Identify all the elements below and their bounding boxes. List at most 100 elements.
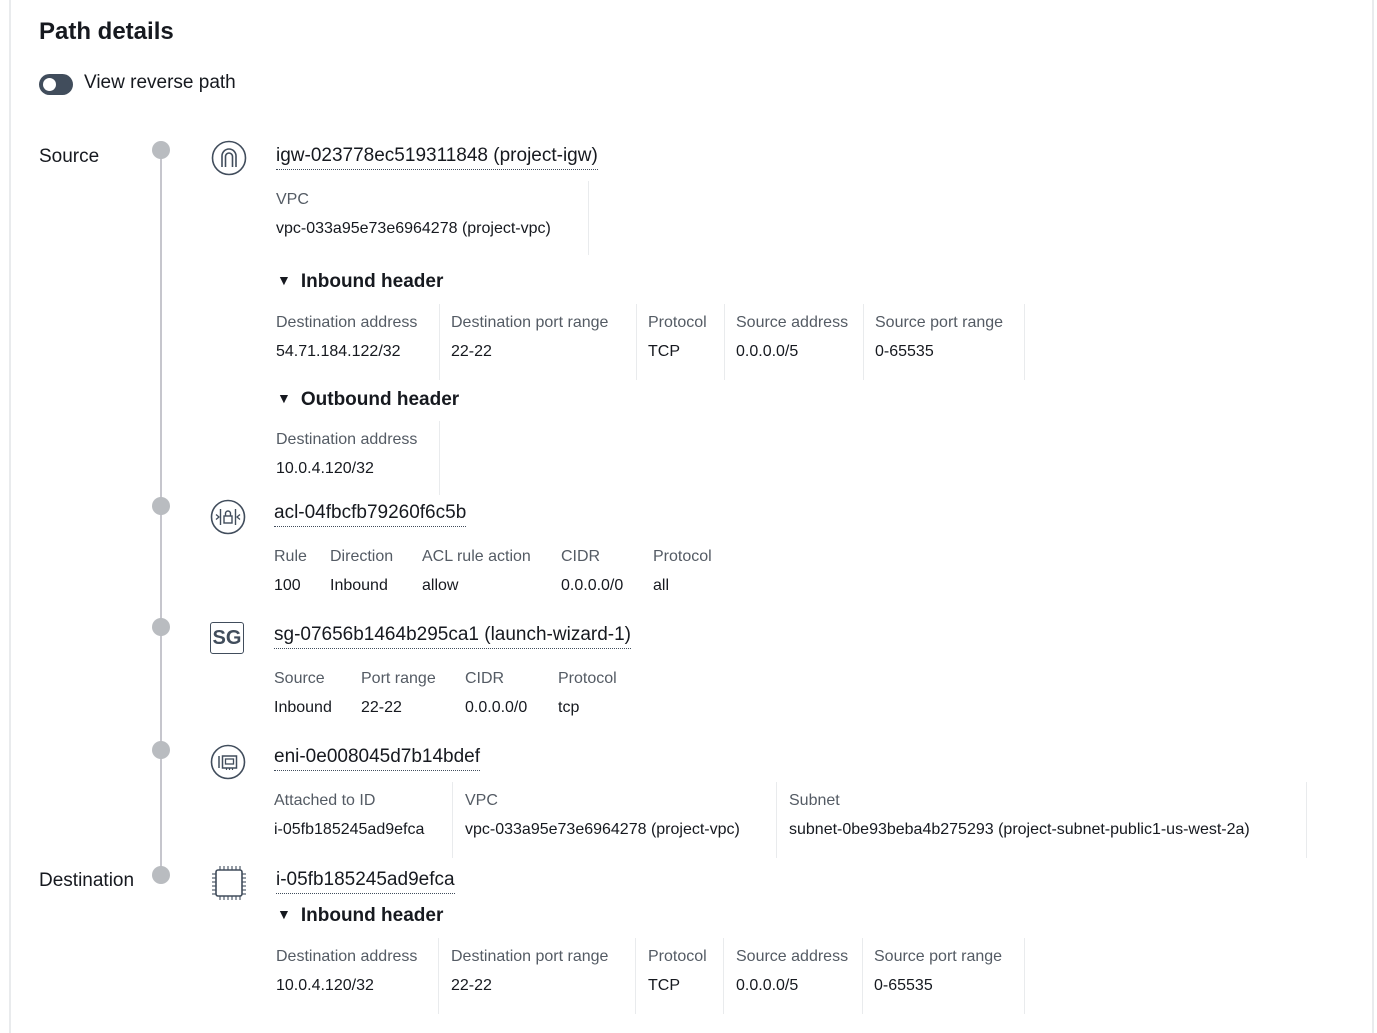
kv-field: Direction Inbound — [330, 548, 393, 595]
panel-border — [1372, 0, 1374, 1033]
field-label: Destination address — [276, 314, 418, 331]
column-divider — [1024, 304, 1025, 380]
field-label: Rule — [274, 548, 307, 565]
kv-field: Rule 100 — [274, 548, 307, 595]
column-divider — [1306, 782, 1307, 858]
field-label: Subnet — [789, 792, 840, 809]
field-value: 0.0.0.0/0 — [465, 699, 528, 716]
column-divider — [1024, 938, 1025, 1014]
section-title: Inbound header — [300, 905, 444, 926]
kv-field: Source address 0.0.0.0/5 — [736, 948, 848, 995]
kv-field: Destination port range 22-22 — [451, 314, 608, 361]
kv-field: Subnet subnet-0be93beba4b275293 (project-… — [789, 792, 1250, 839]
network-acl-icon — [210, 499, 246, 535]
field-value: vpc-033a95e73e6964278 (project-vpc) — [465, 821, 740, 838]
destination-label: Destination — [39, 870, 135, 891]
instance-chip-icon — [211, 865, 247, 901]
field-value: all — [653, 577, 670, 594]
kv-field: Protocol TCP — [648, 948, 707, 995]
reverse-path-toggle[interactable] — [39, 74, 73, 95]
field-value: subnet-0be93beba4b275293 (project-subnet… — [789, 821, 1250, 838]
section-title: Inbound header — [300, 271, 444, 292]
inbound-header-toggle[interactable]: ▼ Inbound header — [277, 271, 443, 293]
column-divider — [776, 782, 777, 858]
field-value: 0.0.0.0/0 — [561, 577, 624, 594]
timeline-dot — [152, 741, 170, 759]
panel-border — [9, 0, 11, 1033]
kv-field: Destination address 54.71.184.122/32 — [276, 314, 417, 361]
igw-vpc-field: VPC vpc-033a95e73e6964278 (project-vpc) — [276, 191, 551, 238]
network-interface-icon — [210, 744, 246, 780]
column-divider — [588, 181, 589, 255]
field-value: 22-22 — [451, 977, 492, 994]
field-label: Source — [274, 670, 325, 687]
kv-field: Destination port range 22-22 — [451, 948, 608, 995]
field-label: Destination port range — [451, 948, 609, 965]
kv-field: Protocol TCP — [648, 314, 707, 361]
sg-resource-link[interactable]: sg-07656b1464b295ca1 (launch-wizard-1) — [274, 624, 632, 649]
field-label: CIDR — [465, 670, 505, 687]
eni-resource-link[interactable]: eni-0e008045d7b14bdef — [274, 746, 481, 771]
field-value: 10.0.4.120/32 — [276, 460, 374, 477]
field-value: 0-65535 — [875, 343, 934, 360]
caret-down-icon: ▼ — [277, 390, 291, 406]
field-value: i-05fb185245ad9efca — [274, 821, 425, 838]
field-value: 0.0.0.0/5 — [736, 343, 799, 360]
outbound-header-toggle[interactable]: ▼ Outbound header — [277, 389, 459, 411]
kv-field: ACL rule action allow — [422, 548, 531, 595]
field-value: TCP — [648, 343, 680, 360]
field-label: Destination address — [276, 948, 418, 965]
caret-down-icon: ▼ — [277, 272, 291, 288]
igw-resource-link[interactable]: igw-023778ec519311848 (project-igw) — [276, 145, 598, 170]
kv-field: CIDR 0.0.0.0/0 — [465, 670, 527, 717]
field-label: Source port range — [874, 948, 1003, 965]
field-value: 54.71.184.122/32 — [276, 343, 401, 360]
field-label: Protocol — [653, 548, 712, 565]
kv-field: Source port range 0-65535 — [874, 948, 1002, 995]
field-label: Source address — [736, 314, 849, 331]
reverse-path-toggle-label[interactable]: View reverse path — [84, 72, 236, 94]
field-value: 10.0.4.120/32 — [276, 977, 374, 994]
kv-field: Source port range 0-65535 — [875, 314, 1003, 361]
source-label: Source — [39, 146, 100, 167]
kv-field: VPC vpc-033a95e73e6964278 (project-vpc) — [465, 792, 740, 839]
column-divider — [635, 938, 636, 1014]
field-label: Protocol — [558, 670, 617, 687]
field-label: VPC — [276, 191, 309, 208]
field-label: Destination address — [276, 431, 418, 448]
timeline-dot — [152, 866, 170, 884]
field-label: Destination port range — [451, 314, 609, 331]
column-divider — [724, 304, 725, 380]
field-label: Source port range — [875, 314, 1004, 331]
internet-gateway-icon — [211, 140, 247, 176]
kv-field: Protocol tcp — [558, 670, 617, 717]
kv-field: Source Inbound — [274, 670, 332, 717]
field-label: Source address — [736, 948, 849, 965]
kv-field: Port range 22-22 — [361, 670, 436, 717]
column-divider — [863, 304, 864, 380]
column-divider — [723, 938, 724, 1014]
field-label: Protocol — [648, 948, 707, 965]
field-label: Direction — [330, 548, 394, 565]
inbound-header-toggle[interactable]: ▼ Inbound header — [277, 905, 443, 927]
kv-field: CIDR 0.0.0.0/0 — [561, 548, 623, 595]
field-label: Protocol — [648, 314, 707, 331]
field-value: allow — [422, 577, 459, 594]
field-label: VPC — [465, 792, 498, 809]
column-divider — [438, 938, 439, 1014]
acl-resource-link[interactable]: acl-04fbcfb79260f6c5b — [274, 502, 467, 527]
column-divider — [862, 938, 863, 1014]
field-value: Inbound — [330, 577, 388, 594]
kv-field: Attached to ID i-05fb185245ad9efca — [274, 792, 424, 839]
security-group-icon: SG — [210, 622, 244, 654]
instance-resource-link[interactable]: i-05fb185245ad9efca — [276, 869, 455, 894]
field-value: 100 — [274, 577, 301, 594]
kv-field: Source address 0.0.0.0/5 — [736, 314, 848, 361]
field-value: 0.0.0.0/5 — [736, 977, 799, 994]
column-divider — [636, 304, 637, 380]
field-value: TCP — [648, 977, 680, 994]
field-value: vpc-033a95e73e6964278 (project-vpc) — [276, 220, 551, 237]
timeline-dot — [152, 497, 170, 515]
field-value: tcp — [558, 699, 580, 716]
timeline-dot — [152, 141, 170, 159]
